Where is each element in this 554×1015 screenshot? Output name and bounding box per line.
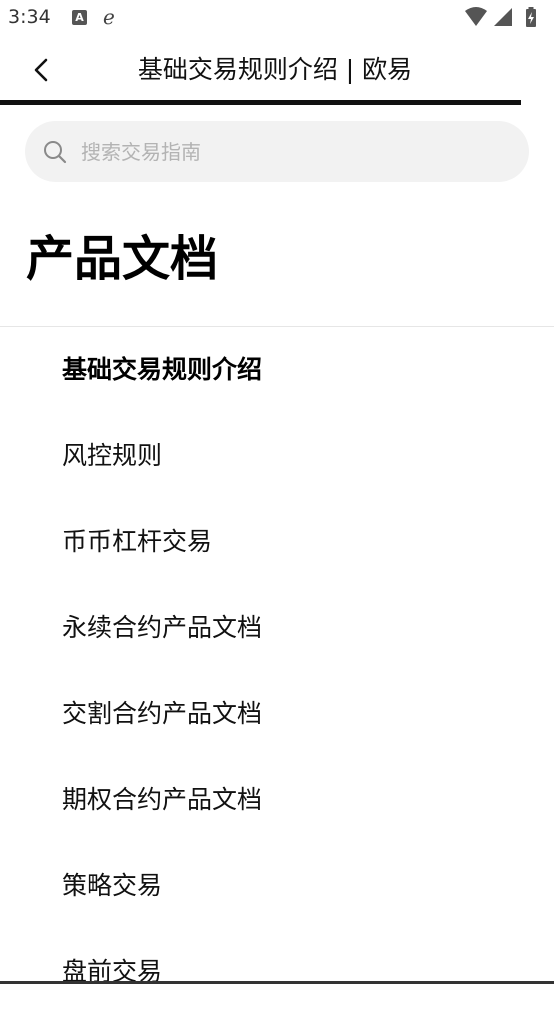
doc-item-label: 币币杠杆交易 bbox=[62, 527, 213, 556]
search-icon bbox=[44, 141, 67, 164]
doc-item-risk-control[interactable]: 风控规则 bbox=[0, 413, 554, 499]
back-button[interactable] bbox=[24, 52, 60, 88]
status-right-icons bbox=[464, 6, 544, 30]
signal-icon bbox=[494, 8, 512, 26]
doc-list: 基础交易规则介绍 风控规则 币币杠杆交易 永续合约产品文档 交割合约产品文档 期… bbox=[0, 327, 554, 1015]
doc-item-basic-trading-rules[interactable]: 基础交易规则介绍 bbox=[0, 327, 554, 413]
doc-item-margin-trading[interactable]: 币币杠杆交易 bbox=[0, 499, 554, 585]
wifi-icon bbox=[465, 7, 487, 26]
doc-item-options[interactable]: 期权合约产品文档 bbox=[0, 757, 554, 843]
nav-bar: 基础交易规则介绍 | 欧易 bbox=[0, 36, 554, 102]
notification-a-icon: A bbox=[72, 10, 87, 25]
doc-item-label: 期权合约产品文档 bbox=[62, 785, 263, 814]
edge-browser-icon: ℯ bbox=[103, 5, 115, 29]
status-bar: 3:34 A ℯ bbox=[0, 0, 554, 36]
doc-item-label: 基础交易规则介绍 bbox=[62, 355, 263, 384]
doc-item-label: 永续合约产品文档 bbox=[62, 613, 263, 642]
doc-item-delivery-futures[interactable]: 交割合约产品文档 bbox=[0, 671, 554, 757]
page-load-progress bbox=[0, 100, 521, 105]
page-title: 基础交易规则介绍 | 欧易 bbox=[137, 55, 413, 84]
doc-item-label: 策略交易 bbox=[62, 871, 163, 900]
search-input[interactable] bbox=[79, 135, 503, 169]
doc-item-perpetual-futures[interactable]: 永续合约产品文档 bbox=[0, 585, 554, 671]
battery-charging-icon bbox=[526, 7, 536, 27]
doc-item-pre-market-trading[interactable]: 盘前交易 bbox=[0, 929, 554, 1015]
doc-item-label: 交割合约产品文档 bbox=[62, 699, 263, 728]
doc-item-label: 风控规则 bbox=[62, 441, 163, 470]
section-title: 产品文档 bbox=[26, 231, 219, 287]
status-time: 3:34 bbox=[8, 6, 51, 28]
search-box[interactable] bbox=[25, 121, 529, 182]
doc-item-strategy-trading[interactable]: 策略交易 bbox=[0, 843, 554, 929]
back-chevron-icon bbox=[34, 58, 48, 82]
